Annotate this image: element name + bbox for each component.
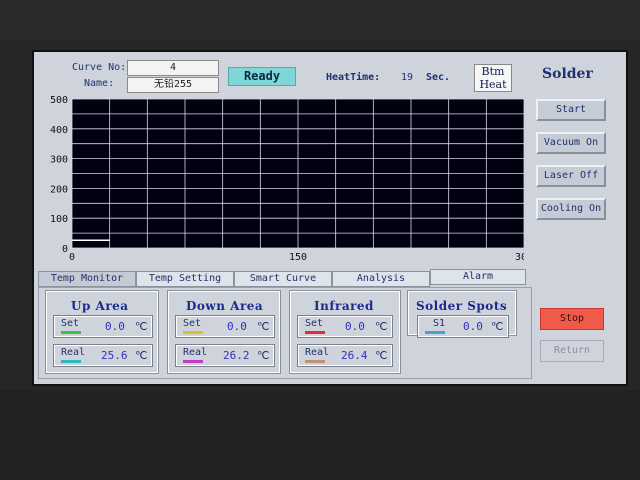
tab-analysis[interactable]: Analysis [332,271,430,287]
return-button[interactable]: Return [540,340,604,362]
y-tick-label: 0 [62,244,68,255]
y-tick-label: 300 [50,155,68,166]
down-area-title: Down Area [186,299,264,313]
y-tick-label: 400 [50,125,68,136]
page-title: Solder [542,66,593,82]
y-tick-label: 100 [50,214,68,225]
infrared-set-unit: ℃ [375,320,388,333]
up-area-set-color-bar [61,331,81,334]
down-area-set-color-bar [183,331,203,334]
infrared-set-value: 0.0 [345,320,365,333]
btm-heat-line2: Heat [479,78,507,91]
solder-spot-s1-color-bar [425,331,445,334]
infrared-title: Infrared [314,299,374,313]
cooling-on-button[interactable]: Cooling On [536,198,606,220]
up-area-real-unit: ℃ [135,349,148,362]
infrared-real-label: Real [305,347,330,358]
hmi-screen: Curve No: 4 Name: 无铅255 Ready HeatTime: … [32,50,628,386]
heat-time-value: 19 [401,72,414,83]
down-area-set-unit: ℃ [257,320,270,333]
x-tick-label: 150 [289,252,307,263]
y-tick-label: 500 [50,95,68,106]
up-area-real-value: 25.6 [101,349,128,362]
x-tick-label: 0 [69,252,75,263]
down-area-set-value: 0.0 [227,320,247,333]
stop-button[interactable]: Stop [540,308,604,330]
up-area-real-color-bar [61,360,81,363]
infrared-set-label: Set [305,318,324,329]
solder-spot-s1-unit: ℃ [491,320,504,333]
down-area-real-color-bar [183,360,203,363]
infrared-set-color-bar [305,331,325,334]
solder-spots-title: Solder Spots [416,299,508,313]
heat-time-label: HeatTime: [326,72,381,83]
tab-smart-curve[interactable]: Smart Curve [234,271,332,287]
solder-spot-s1-field: S1 0.0 ℃ [417,315,509,338]
solder-spot-s1-value: 0.0 [463,320,483,333]
curve-name-field[interactable]: 无铅255 [127,77,219,93]
down-area-real-value: 26.2 [223,349,250,362]
infrared-real-color-bar [305,360,325,363]
x-tick-label: 300 [515,252,524,263]
down-area-real-unit: ℃ [257,349,270,362]
tab-alarm[interactable]: Alarm [430,269,526,285]
down-area-real-field: Real 26.2 ℃ [175,344,275,367]
btm-heat-line1: Btm [481,65,505,78]
down-area-real-label: Real [183,347,208,358]
solder-spot-s1-label: S1 [433,318,446,329]
curve-no-field[interactable]: 4 [127,60,219,76]
down-area-set-field[interactable]: Set 0.0 ℃ [175,315,275,338]
curve-no-label: Curve No: [72,62,127,73]
heat-time-unit: Sec. [426,72,451,83]
up-area-set-unit: ℃ [135,320,148,333]
up-area-title: Up Area [71,299,129,313]
y-tick-label: 200 [50,184,68,195]
down-area-set-label: Set [183,318,202,329]
start-button[interactable]: Start [536,99,606,121]
infrared-real-field: Real 26.4 ℃ [297,344,393,367]
up-area-real-field: Real 25.6 ℃ [53,344,153,367]
infrared-real-unit: ℃ [375,349,388,362]
name-label: Name: [84,78,115,89]
up-area-set-value: 0.0 [105,320,125,333]
temperature-chart: 0 100 200 300 400 500 0 150 300 [50,95,524,263]
vacuum-on-button[interactable]: Vacuum On [536,132,606,154]
laser-off-button[interactable]: Laser Off [536,165,606,187]
up-area-set-label: Set [61,318,80,329]
tab-temp-monitor[interactable]: Temp Monitor [38,271,136,287]
btm-heat-button[interactable]: Btm Heat [474,64,512,92]
infrared-real-value: 26.4 [341,349,368,362]
tab-temp-setting[interactable]: Temp Setting [136,271,234,287]
up-area-real-label: Real [61,347,86,358]
device-bezel-top [0,0,640,40]
up-area-set-field[interactable]: Set 0.0 ℃ [53,315,153,338]
status-badge: Ready [228,67,296,86]
infrared-set-field[interactable]: Set 0.0 ℃ [297,315,393,338]
device-bezel-bottom [0,390,640,480]
